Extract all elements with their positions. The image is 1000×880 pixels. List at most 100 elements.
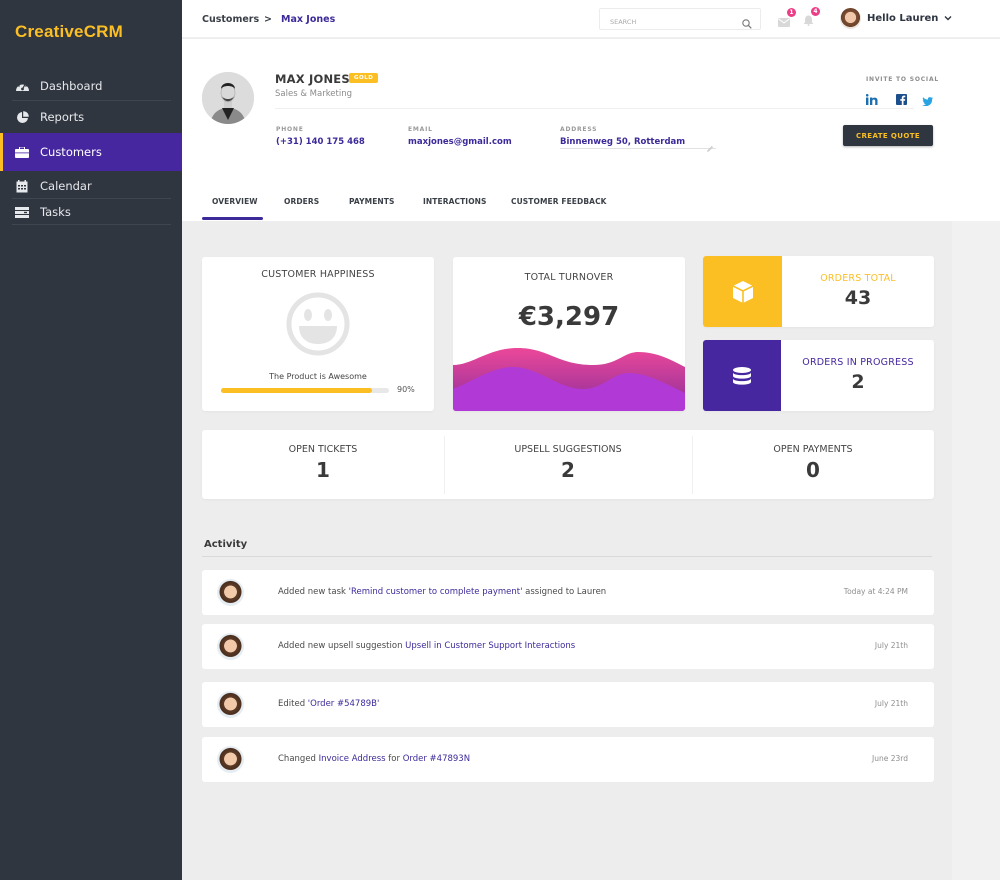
- orders-in-progress-label: ORDERS IN PROGRESS: [802, 357, 914, 368]
- user-avatar: [217, 691, 244, 718]
- activity-text-part: Edited: [278, 699, 308, 709]
- orders-total-icon-box: [703, 256, 782, 327]
- activity-text: Changed Invoice Address for Order #47893…: [278, 754, 470, 764]
- breadcrumb-current: Max Jones: [281, 14, 336, 25]
- activity-text: Edited 'Order #54789B': [278, 699, 379, 709]
- upsell-suggestions-stat[interactable]: UPSELL SUGGESTIONS 2: [444, 430, 692, 500]
- dashboard-gauge-icon: [14, 79, 30, 93]
- orders-in-progress-card: ORDERS IN PROGRESS 2: [703, 340, 934, 411]
- sidebar-item-label: Tasks: [40, 205, 71, 219]
- stat-label: OPEN PAYMENTS: [773, 444, 853, 455]
- card-title: CUSTOMER HAPPINESS: [261, 269, 375, 280]
- edit-pencil-icon[interactable]: [706, 138, 714, 157]
- create-quote-button[interactable]: CREATE QUOTE: [843, 125, 933, 146]
- activity-text-part: Added new upsell suggestion: [278, 641, 406, 651]
- user-avatar[interactable]: [840, 8, 861, 29]
- orders-total-value: 43: [844, 287, 872, 309]
- activity-time: July 21th: [874, 699, 908, 708]
- chevron-down-icon: [944, 16, 952, 21]
- order-link[interactable]: 'Order #54789B': [308, 699, 380, 709]
- greeting-text: Hello Lauren: [867, 13, 939, 24]
- activity-text-part: Added new task: [278, 587, 349, 597]
- customer-name: MAX JONES: [275, 72, 350, 86]
- smiley-face-icon: [286, 292, 350, 356]
- mail-icon: [778, 18, 790, 27]
- twitter-icon[interactable]: [922, 91, 933, 110]
- tab-orders[interactable]: ORDERS: [284, 197, 319, 206]
- activity-time: July 21th: [874, 641, 908, 650]
- tab-payments[interactable]: PAYMENTS: [349, 197, 395, 206]
- divider: [12, 224, 171, 225]
- app-logo[interactable]: CreativeCRM: [15, 22, 123, 42]
- tab-overview[interactable]: OVERVIEW: [212, 197, 258, 206]
- user-avatar: [217, 579, 244, 606]
- notifications-button[interactable]: 4: [803, 7, 820, 30]
- divider: [202, 556, 932, 557]
- cube-icon: [732, 280, 753, 303]
- sidebar-item-customers[interactable]: Customers: [0, 133, 182, 171]
- sidebar: CreativeCRM Dashboard Reports Customers …: [0, 0, 182, 880]
- progress-fill: [221, 388, 373, 393]
- turnover-wave-graphic: [453, 348, 685, 411]
- activity-text-part: assigned to Lauren: [522, 587, 607, 597]
- facebook-icon[interactable]: [896, 90, 907, 109]
- sidebar-item-label: Reports: [40, 110, 85, 124]
- upsell-link[interactable]: Upsell in Customer Support Interactions: [405, 641, 575, 651]
- sidebar-item-label: Calendar: [40, 179, 92, 193]
- activity-heading: Activity: [204, 539, 248, 550]
- address-label: ADDRESS: [560, 126, 598, 133]
- customer-role: Sales & Marketing: [275, 89, 353, 99]
- sidebar-item-tasks[interactable]: Tasks: [0, 199, 182, 225]
- tab-customer-feedback[interactable]: CUSTOMER FEEDBACK: [511, 197, 607, 206]
- task-link[interactable]: 'Remind customer to complete payment': [349, 587, 523, 597]
- order-link[interactable]: Order #47893N: [403, 754, 470, 764]
- messages-badge: 1: [787, 8, 796, 17]
- breadcrumb-parent[interactable]: Customers: [202, 14, 259, 25]
- messages-button[interactable]: 1: [778, 8, 796, 31]
- pie-chart-icon: [14, 110, 30, 124]
- address-underline: [560, 148, 716, 149]
- activity-text-part: for: [385, 754, 403, 764]
- email-value[interactable]: maxjones@gmail.com: [408, 137, 512, 147]
- activity-item: Added new task 'Remind customer to compl…: [202, 570, 934, 615]
- calendar-icon: [14, 179, 30, 193]
- invoice-address-link[interactable]: Invoice Address: [319, 754, 386, 764]
- stat-value: 0: [806, 458, 820, 482]
- happiness-percent: 90%: [397, 385, 415, 394]
- search-input[interactable]: [600, 12, 730, 32]
- customer-profile: MAX JONES GOLD Sales & Marketing PHONE (…: [182, 39, 1000, 221]
- user-menu[interactable]: Hello Lauren: [867, 13, 952, 24]
- orders-total-card: ORDERS TOTAL 43: [703, 256, 934, 327]
- stat-label: OPEN TICKETS: [288, 444, 358, 455]
- briefcase-icon: [14, 145, 30, 159]
- invite-social-label: INVITE TO SOCIAL: [866, 76, 940, 83]
- linkedin-icon[interactable]: [865, 90, 878, 109]
- sidebar-item-reports[interactable]: Reports: [0, 101, 182, 133]
- card-title: TOTAL TURNOVER: [524, 272, 614, 283]
- customer-avatar: [202, 72, 254, 124]
- sidebar-item-calendar[interactable]: Calendar: [0, 173, 182, 199]
- open-payments-stat[interactable]: OPEN PAYMENTS 0: [692, 430, 934, 500]
- phone-value[interactable]: (+31) 140 175 468: [276, 137, 365, 147]
- happiness-progress-bar: [221, 388, 389, 393]
- activity-item: Changed Invoice Address for Order #47893…: [202, 737, 934, 782]
- breadcrumb-separator-icon: >: [264, 14, 272, 25]
- activity-item: Added new upsell suggestion Upsell in Cu…: [202, 624, 934, 669]
- search-icon[interactable]: [742, 14, 752, 33]
- bell-icon: [803, 15, 814, 26]
- stat-value: 1: [316, 458, 330, 482]
- activity-time: June 23rd: [872, 754, 908, 763]
- search-box[interactable]: [599, 8, 761, 33]
- email-label: EMAIL: [408, 126, 433, 133]
- address-field[interactable]: Binnenweg 50, Rotterdam: [560, 137, 685, 147]
- stat-label: UPSELL SUGGESTIONS: [514, 444, 622, 455]
- open-tickets-stat[interactable]: OPEN TICKETS 1: [202, 430, 444, 500]
- activity-text: Added new task 'Remind customer to compl…: [278, 587, 606, 597]
- stat-value: 2: [561, 458, 575, 482]
- sidebar-item-dashboard[interactable]: Dashboard: [0, 70, 182, 101]
- sidebar-item-label: Dashboard: [40, 78, 103, 93]
- tier-badge: GOLD: [349, 73, 379, 83]
- tab-interactions[interactable]: INTERACTIONS: [423, 197, 487, 206]
- total-turnover-card: TOTAL TURNOVER €3,297: [453, 257, 685, 411]
- divider: [275, 108, 914, 109]
